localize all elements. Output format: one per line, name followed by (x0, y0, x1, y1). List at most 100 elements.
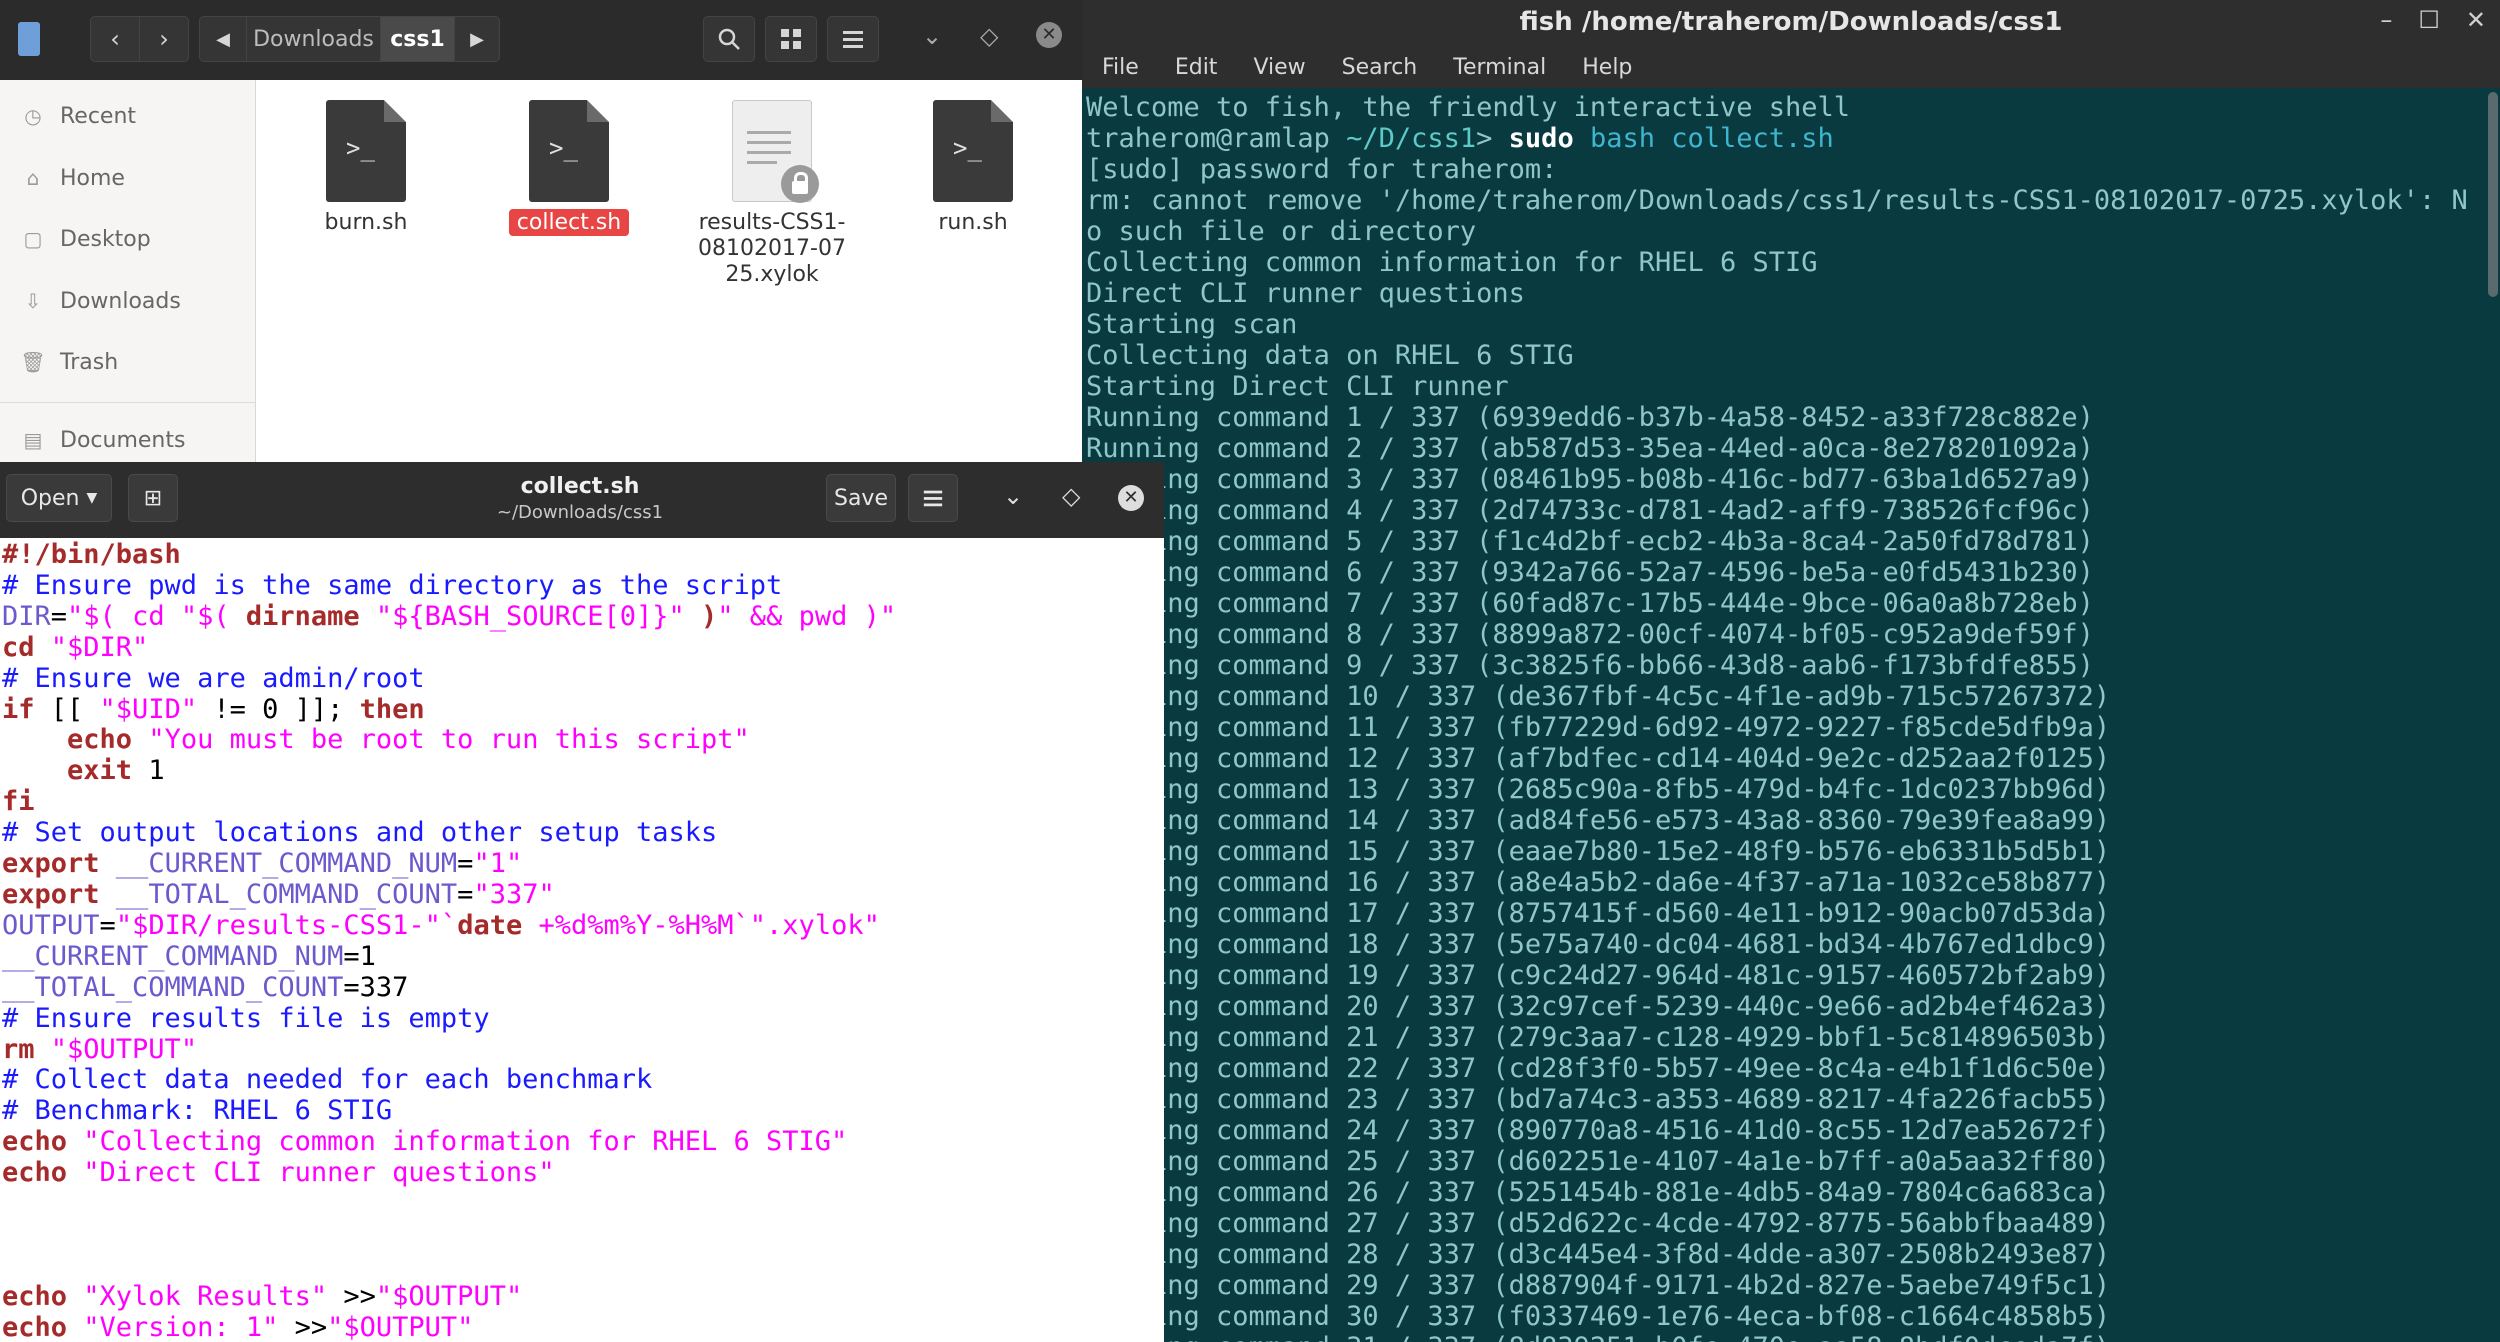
file-item[interactable]: >_ run.sh (893, 100, 1053, 236)
sidebar-item-recent[interactable]: ◷ Recent (0, 88, 255, 144)
forward-button[interactable]: › (139, 16, 189, 62)
code-token: = (50, 600, 68, 632)
code-token: # Set output locations and other setup t… (2, 817, 718, 849)
code-line: cd "$DIR" (2, 631, 1164, 664)
terminal-line: Running command 23 / 337 (bd7a74c3-a353-… (1086, 1084, 2111, 1115)
file-item[interactable]: results-CSS1-08102017-0725.xylok (692, 100, 852, 288)
close-icon[interactable]: ✕ (1036, 22, 1062, 48)
sidebar-item-desktop[interactable]: ▢ Desktop (0, 211, 255, 267)
terminal-line: Running command 5 / 337 (f1c4d2bf-ecb2-4… (1086, 526, 2094, 557)
terminal-line: Running command 1 / 337 (6939edd6-b37b-4… (1086, 402, 2094, 433)
view-toggle-button[interactable] (765, 16, 817, 62)
code-token: "Collecting common information for RHEL … (67, 1126, 848, 1158)
code-token: __TOTAL_COMMAND_COUNT (99, 878, 458, 910)
path-segment-downloads[interactable]: Downloads (246, 16, 381, 62)
file-item-selected[interactable]: >_ collect.sh (489, 100, 649, 236)
code-token: "$DIR/results-CSS1-"` (115, 909, 458, 941)
documents-icon: ▤ (23, 428, 43, 452)
code-token: __CURRENT_COMMAND_NUM (2, 940, 344, 972)
terminal-line: Running command 9 / 337 (3c3825f6-bb66-4… (1086, 650, 2094, 681)
terminal-output[interactable]: Welcome to fish, the friendly interactiv… (1086, 92, 2482, 1342)
locked-document-icon (732, 100, 819, 203)
open-label: Open (20, 485, 80, 511)
code-token: = (457, 878, 474, 910)
save-button[interactable]: Save (826, 474, 896, 522)
terminal-scrollbar[interactable] (2488, 92, 2498, 297)
terminal-line: Running command 24 / 337 (890770a8-4516-… (1086, 1115, 2111, 1146)
code-token: echo (67, 724, 133, 756)
terminal-line: Running command 6 / 337 (9342a766-52a7-4… (1086, 557, 2094, 588)
code-line: exit 1 (2, 755, 1164, 787)
code-token: # Collect data needed for each benchmark (2, 1064, 653, 1096)
code-token: =337 (343, 971, 409, 1003)
path-right-button[interactable]: ▶ (454, 16, 500, 62)
code-token: echo (2, 1280, 68, 1312)
new-document-button[interactable]: ⊞ (128, 474, 178, 522)
search-button[interactable] (703, 16, 755, 62)
text-editor-window[interactable]: Open ▼ ⊞ collect.sh ~/Downloads/css1 Sav… (0, 462, 1164, 1342)
terminal-line: Running command 22 / 337 (cd28f3f0-5b57-… (1086, 1053, 2111, 1084)
code-line: __TOTAL_COMMAND_COUNT=337 (2, 971, 1164, 1004)
code-line: #!/bin/bash (2, 540, 1164, 571)
back-button[interactable]: ‹ (90, 16, 140, 62)
code-line: __CURRENT_COMMAND_NUM=1 (2, 940, 1164, 973)
close-icon[interactable]: ✕ (2466, 6, 2486, 34)
terminal-window[interactable]: fish /home/traherom/Downloads/css1 – ☐ ✕… (1082, 0, 2500, 1342)
terminal-line: Running command 14 / 337 (ad84fe56-e573-… (1086, 805, 2111, 836)
code-token: cd (2, 631, 35, 663)
code-line: echo "Xylok Results" >>"$OUTPUT" (2, 1280, 1164, 1313)
minimize-icon[interactable]: – (2380, 6, 2392, 34)
code-token: "337" (473, 878, 555, 910)
prompt-user: traherom@ramlap (1086, 123, 1330, 154)
sidebar-item-trash[interactable]: 🗑 Trash (0, 334, 255, 390)
file-view[interactable]: >_ burn.sh >_ collect.sh results-CSS1-08… (256, 80, 1082, 462)
code-token: "$UID" (99, 693, 198, 725)
code-line: fi (2, 786, 1164, 818)
menu-terminal[interactable]: Terminal (1453, 55, 1546, 80)
code-line: # Benchmark: RHEL 6 STIG (2, 1095, 1164, 1127)
script-icon: >_ (326, 100, 406, 202)
path-left-icon: ◀ (216, 28, 230, 50)
path-segment-current[interactable]: css1 (380, 16, 455, 62)
terminal-line: Running command 31 / 337 (8d839251-b0fe-… (1086, 1332, 2482, 1342)
menu-button[interactable] (827, 16, 879, 62)
restore-icon[interactable]: ◇ (980, 22, 998, 50)
maximize-icon[interactable]: ☐ (2418, 6, 2440, 34)
code-editor[interactable]: #!/bin/bash # Ensure pwd is the same dire… (2, 540, 1164, 1342)
menu-help[interactable]: Help (1582, 55, 1632, 80)
code-token: date (457, 909, 523, 941)
terminal-lines: [sudo] password for traherom: rm: cannot … (1086, 154, 2482, 1342)
open-button[interactable]: Open ▼ (6, 474, 112, 522)
menu-search[interactable]: Search (1342, 55, 1418, 80)
terminal-line: [sudo] password for traherom: (1086, 154, 1558, 185)
path-right-icon: ▶ (470, 28, 484, 50)
close-icon[interactable]: ✕ (1118, 485, 1144, 511)
menu-view[interactable]: View (1253, 55, 1305, 80)
welcome-line: Welcome to fish, the friendly interactiv… (1086, 92, 1851, 123)
sidebar-item-downloads[interactable]: ⇩ Downloads (0, 273, 255, 329)
terminal-line: rm: cannot remove '/home/traherom/Downlo… (1086, 185, 2468, 216)
sidebar-item-home[interactable]: ⌂ Home (0, 150, 255, 206)
code-line: echo "You must be root to run this scrip… (2, 724, 1164, 756)
code-token: echo (2, 1157, 68, 1189)
code-line: DIR="$( cd "$( dirname "${BASH_SOURCE[0]… (2, 600, 1164, 633)
prompt-command: sudo (1508, 123, 1574, 154)
sidebar-item-documents[interactable]: ▤ Documents (0, 412, 255, 462)
file-item[interactable]: >_ burn.sh (286, 100, 446, 236)
prompt-arg: bash (1573, 123, 1655, 154)
editor-menu-button[interactable] (908, 474, 958, 522)
menu-file[interactable]: File (1102, 55, 1139, 80)
search-icon (718, 28, 740, 50)
file-manager-window[interactable]: ‹ › ◀ Downloads css1 ▶ ⌄ ◇ ✕ ◷ Recent ⌂ Ho… (0, 0, 1082, 462)
sidebar-item-label: Recent (60, 103, 137, 129)
chevron-down-icon[interactable]: ⌄ (1003, 482, 1023, 510)
restore-icon[interactable]: ◇ (1062, 482, 1080, 510)
code-token: >> (327, 1280, 376, 1312)
path-left-button[interactable]: ◀ (199, 16, 247, 62)
chevron-down-icon[interactable]: ⌄ (922, 22, 942, 50)
menu-edit[interactable]: Edit (1175, 55, 1218, 80)
terminal-window-controls: – ☐ ✕ (2380, 6, 2486, 34)
code-line: # Ensure results file is empty (2, 1003, 1164, 1035)
